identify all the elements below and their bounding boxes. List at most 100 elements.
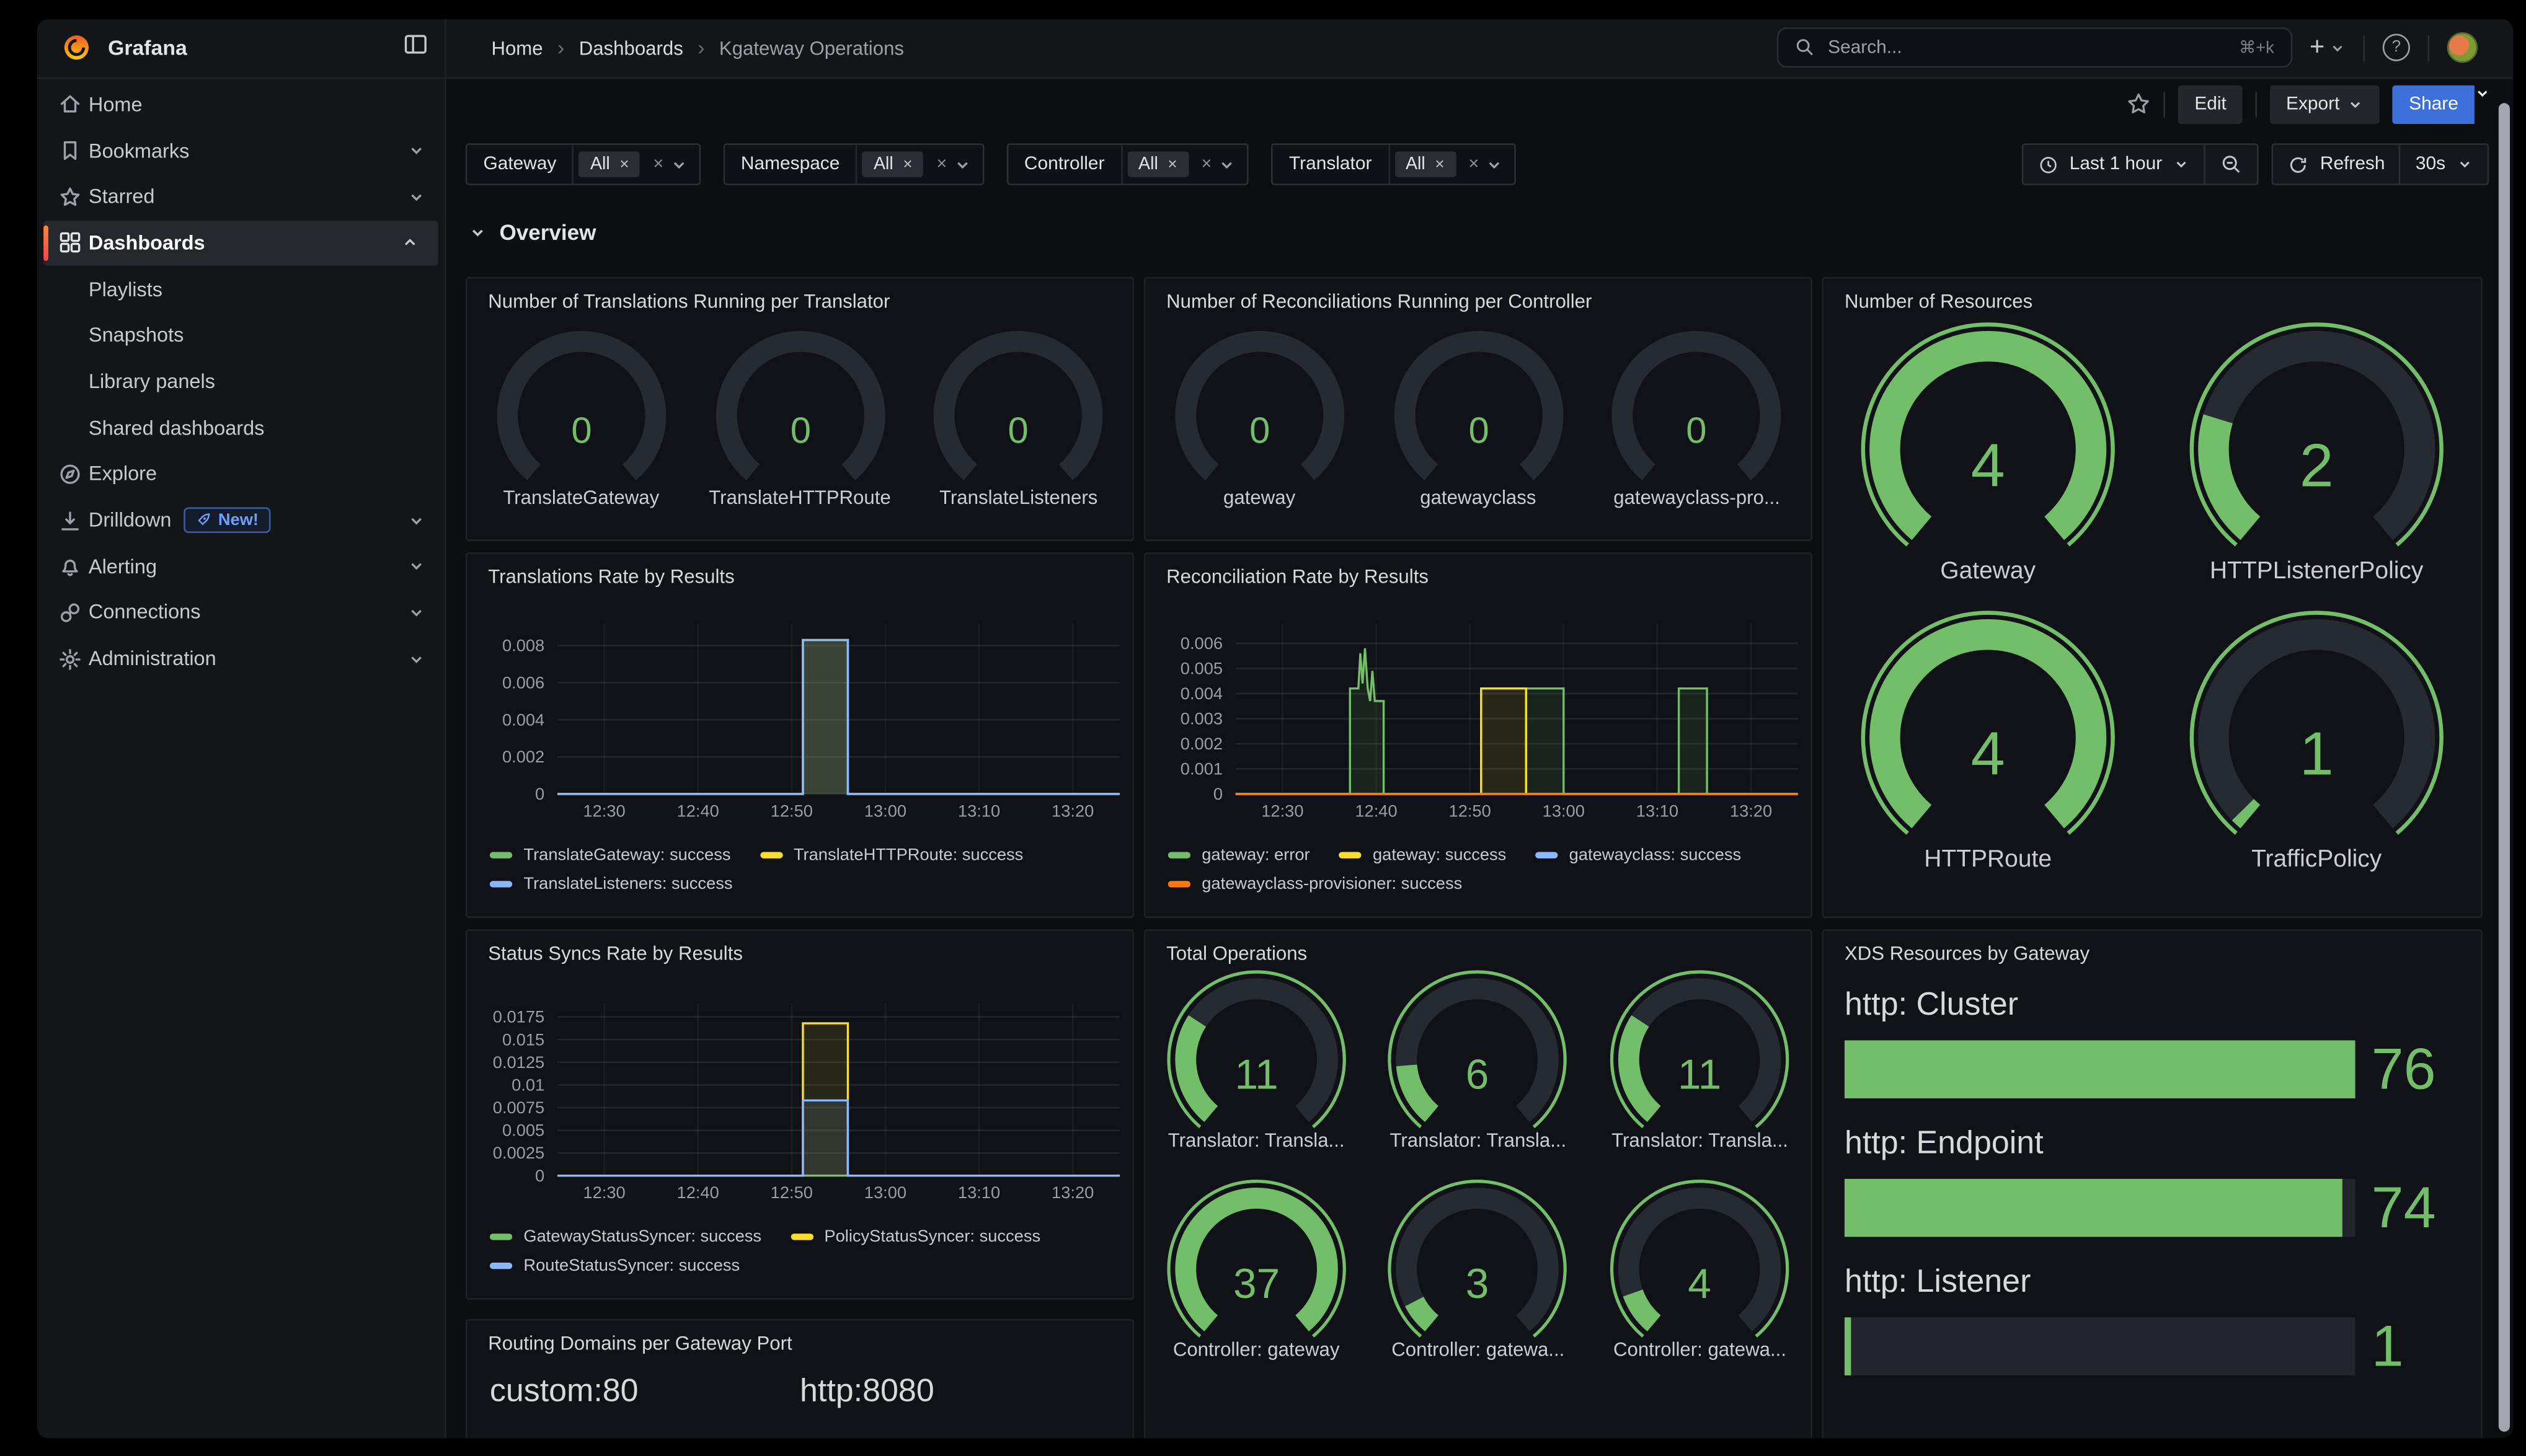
bar-value: 1 bbox=[2355, 1312, 2465, 1379]
bar-gauge-row: 76 bbox=[1824, 1035, 2481, 1102]
sidebar-item-label: Snapshots bbox=[89, 324, 184, 346]
viewport: Grafana Home › Dashboards › Kgateway Ope… bbox=[0, 0, 2526, 1456]
gauge-value: 4 bbox=[1971, 431, 2005, 500]
svg-text:0.004: 0.004 bbox=[502, 709, 544, 728]
legend-label: PolicyStatusSyncer: success bbox=[824, 1227, 1040, 1246]
sidebar-item-bookmarks[interactable]: Bookmarks bbox=[37, 128, 445, 174]
gauge: 37Controller: gateway bbox=[1153, 1176, 1360, 1360]
search-icon bbox=[1794, 37, 1815, 58]
panel-title[interactable]: XDS Resources by Gateway bbox=[1824, 930, 2481, 964]
scrollbar-thumb[interactable] bbox=[2499, 102, 2510, 1431]
legend-item[interactable]: gateway: success bbox=[1339, 845, 1506, 864]
chevron-down-icon[interactable] bbox=[954, 156, 972, 174]
svg-text:0.0025: 0.0025 bbox=[493, 1142, 544, 1162]
panel-title[interactable]: Routing Domains per Gateway Port bbox=[467, 1321, 1132, 1355]
panel-title[interactable]: Number of Resources bbox=[1824, 278, 2481, 312]
legend-item[interactable]: gateway: error bbox=[1168, 845, 1310, 864]
clear-filter-icon[interactable]: × bbox=[1202, 154, 1212, 174]
gear-icon bbox=[50, 646, 89, 671]
panel-title[interactable]: Translations Rate by Results bbox=[467, 553, 1132, 587]
svg-text:0.01: 0.01 bbox=[512, 1074, 544, 1093]
gauge-label: Translator: Transla... bbox=[1389, 1128, 1566, 1150]
remove-value-icon[interactable]: × bbox=[1435, 156, 1444, 174]
refresh-interval-label: 30s bbox=[2416, 154, 2445, 174]
gauge: 0TranslateHTTPRoute bbox=[695, 322, 905, 509]
sidebar-item-administration[interactable]: Administration bbox=[37, 636, 445, 682]
filter-translator: TranslatorAll×× bbox=[1271, 143, 1516, 185]
filter-value-chip[interactable]: All× bbox=[1394, 151, 1456, 177]
legend-color-dash bbox=[490, 1262, 512, 1268]
remove-value-icon[interactable]: × bbox=[903, 156, 912, 174]
remove-value-icon[interactable]: × bbox=[619, 156, 629, 174]
search-shortcut: ⌘+k bbox=[2239, 38, 2274, 57]
sidebar-item-library-panels[interactable]: Library panels bbox=[37, 358, 445, 405]
sidebar-item-starred[interactable]: Starred bbox=[37, 174, 445, 220]
sidebar-item-home[interactable]: Home bbox=[37, 81, 445, 128]
zoom-out-button[interactable] bbox=[2204, 145, 2258, 183]
grafana-logo[interactable] bbox=[61, 32, 92, 63]
divider bbox=[2256, 91, 2258, 117]
sidebar-item-dashboards[interactable]: Dashboards bbox=[43, 220, 438, 267]
share-menu-button[interactable] bbox=[2475, 84, 2491, 123]
panel-translations-running: Number of Translations Running per Trans… bbox=[466, 277, 1134, 540]
sidebar-item-alerting[interactable]: Alerting bbox=[37, 544, 445, 590]
gauge-value: 0 bbox=[1249, 410, 1270, 451]
filter-value-chip[interactable]: All× bbox=[579, 151, 640, 177]
edit-button[interactable]: Edit bbox=[2178, 84, 2242, 123]
legend-item[interactable]: PolicyStatusSyncer: success bbox=[791, 1227, 1040, 1246]
sidebar-toggle-icon[interactable] bbox=[403, 32, 429, 56]
help-button[interactable]: ? bbox=[2383, 34, 2410, 61]
remove-value-icon[interactable]: × bbox=[1168, 156, 1177, 174]
bar-fill bbox=[1845, 1317, 1851, 1375]
bar-track bbox=[1845, 1317, 2355, 1375]
filter-value-chip[interactable]: All× bbox=[1127, 151, 1189, 177]
breadcrumb-separator: › bbox=[557, 37, 564, 58]
breadcrumb-dashboards[interactable]: Dashboards bbox=[579, 36, 683, 58]
export-button[interactable]: Export bbox=[2270, 84, 2380, 123]
panel-title[interactable]: Total Operations bbox=[1145, 930, 1810, 964]
gauge-label: TrafficPolicy bbox=[2251, 845, 2382, 873]
section-header-overview[interactable]: Overview bbox=[469, 221, 596, 245]
refresh-button[interactable]: Refresh bbox=[2274, 145, 2400, 183]
favorite-star-icon[interactable] bbox=[2127, 92, 2151, 116]
sidebar-item-explore[interactable]: Explore bbox=[37, 451, 445, 497]
sidebar-item-shared-dashboards[interactable]: Shared dashboards bbox=[37, 405, 445, 451]
share-button[interactable]: Share bbox=[2393, 84, 2475, 123]
filter-value-chip[interactable]: All× bbox=[862, 151, 924, 177]
panel-title[interactable]: Number of Translations Running per Trans… bbox=[467, 278, 1132, 312]
legend-item[interactable]: GatewayStatusSyncer: success bbox=[490, 1227, 761, 1246]
time-range-picker[interactable]: Last 1 hour bbox=[2023, 145, 2204, 183]
clear-filter-icon[interactable]: × bbox=[653, 154, 663, 174]
legend-row: gateway: error gateway: success gatewaycla… bbox=[1168, 845, 1795, 864]
sidebar-item-label: Alerting bbox=[89, 555, 157, 578]
sidebar-item-connections[interactable]: Connections bbox=[37, 589, 445, 636]
add-button[interactable]: + bbox=[2310, 35, 2346, 61]
panel-title[interactable]: Status Syncs Rate by Results bbox=[467, 930, 1132, 964]
brand-name: Grafana bbox=[108, 35, 187, 60]
avatar[interactable] bbox=[2447, 32, 2478, 63]
refresh-interval-picker[interactable]: 30s bbox=[2400, 145, 2488, 183]
legend-item[interactable]: gatewayclass: success bbox=[1535, 845, 1741, 864]
chevron-down-icon[interactable] bbox=[1486, 156, 1504, 174]
sidebar-item-drilldown[interactable]: DrilldownNew! bbox=[37, 497, 445, 544]
chevron-down-icon[interactable] bbox=[670, 156, 688, 174]
clear-filter-icon[interactable]: × bbox=[1469, 154, 1479, 174]
chevron-down-icon bbox=[407, 558, 425, 576]
filter-label: Namespace bbox=[725, 145, 856, 183]
svg-text:12:40: 12:40 bbox=[677, 800, 719, 819]
legend-item[interactable]: TranslateHTTPRoute: success bbox=[760, 845, 1023, 864]
legend-item[interactable]: TranslateGateway: success bbox=[490, 845, 731, 864]
legend-item[interactable]: RouteStatusSyncer: success bbox=[490, 1255, 740, 1274]
sidebar-item-playlists[interactable]: Playlists bbox=[37, 266, 445, 312]
panel-title[interactable]: Number of Reconciliations Running per Co… bbox=[1145, 278, 1810, 312]
breadcrumb-home[interactable]: Home bbox=[491, 36, 543, 58]
panel-title[interactable]: Reconciliation Rate by Results bbox=[1145, 553, 1810, 587]
sidebar-item-snapshots[interactable]: Snapshots bbox=[37, 312, 445, 359]
clear-filter-icon[interactable]: × bbox=[936, 154, 947, 174]
legend-item[interactable]: TranslateListeners: success bbox=[490, 874, 733, 893]
search-input[interactable]: Search... ⌘+k bbox=[1776, 27, 2292, 68]
legend-item[interactable]: gatewayclass-provisioner: success bbox=[1168, 874, 1463, 893]
stat-value: http:8080 bbox=[800, 1374, 1110, 1411]
legend-row: RouteStatusSyncer: success bbox=[490, 1255, 1117, 1274]
chevron-down-icon[interactable] bbox=[1218, 156, 1236, 174]
